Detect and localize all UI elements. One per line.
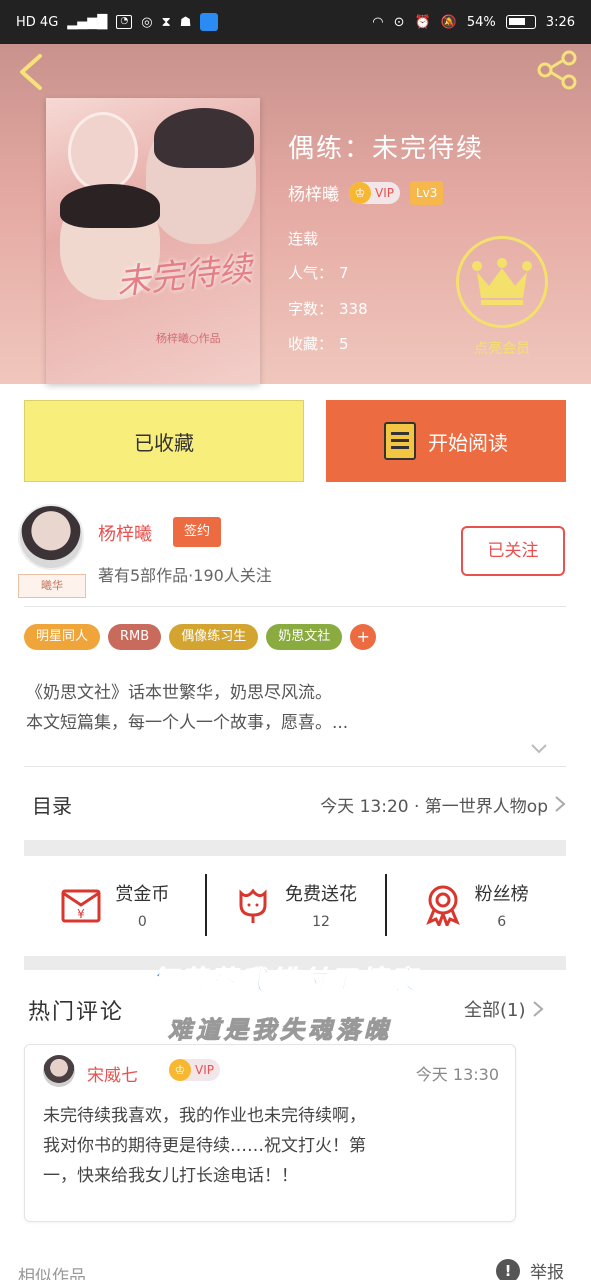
free-flowers[interactable]: 免费送花 12: [204, 872, 386, 938]
signal-icon: ▂▄▆█: [67, 14, 108, 30]
flower-icon: [239, 888, 267, 923]
divider: [24, 766, 566, 767]
clock: 3:26: [545, 14, 575, 30]
tag-item[interactable]: RMB: [108, 624, 162, 650]
battery-icon: [505, 15, 536, 29]
hourglass-icon: ⧗: [161, 14, 171, 30]
comment-text: 未完待续我喜欢，我的作业也未完待续啊， 我对你书的期待更是待续……祝文打火！第 …: [43, 1106, 366, 1186]
avatar-tag: 曦华: [18, 574, 86, 598]
commenter-name[interactable]: 宋威七: [87, 1061, 138, 1086]
follow-button[interactable]: 已关注: [461, 526, 565, 576]
description-line: 本文短篇集，每一个人一个故事，愿喜。...: [26, 713, 349, 733]
book-detail-page: HD 4G ▂▄▆█ ◔ ◎ ⧗ ☗ ◠ ⊙ ⏰ 🔕 54% 3:26 未完待续…: [0, 0, 591, 1280]
toc-label: 目录: [32, 793, 72, 818]
author-stats: 著有5部作品·190人关注: [98, 566, 272, 585]
share-icon[interactable]: [535, 50, 579, 90]
word-count: 字数： 338: [288, 300, 368, 318]
status-bar: HD 4G ▂▄▆█ ◔ ◎ ⧗ ☗ ◠ ⊙ ⏰ 🔕 54% 3:26: [0, 0, 591, 44]
member-crown-button[interactable]: [456, 236, 548, 328]
comment-time: 今天 13:30: [415, 1065, 499, 1084]
crown-icon: [472, 258, 532, 305]
alarm-icon: ⏰: [414, 14, 431, 30]
chevron-down-icon[interactable]: [530, 740, 548, 758]
tag-item[interactable]: 偶像练习生: [169, 624, 259, 650]
author-row: 杨梓曦 ♔ VIP Lv3: [288, 180, 444, 205]
speedometer-icon: ◎: [141, 14, 153, 30]
network-indicator: HD 4G: [16, 14, 59, 30]
book-status: 连载: [288, 230, 319, 248]
app-notification-icon: [200, 13, 219, 31]
tag-item[interactable]: 明星同人: [24, 624, 101, 650]
add-tag-button[interactable]: +: [350, 624, 377, 650]
commenter-avatar[interactable]: [43, 1055, 75, 1087]
book-title: 偶练：未完待续: [288, 134, 485, 164]
svg-text:¥: ¥: [78, 907, 86, 921]
similar-works-title: 相似作品: [18, 1267, 86, 1280]
data-saver-icon: ⊙: [393, 14, 405, 30]
red-envelope-icon: ¥: [61, 889, 101, 923]
warning-icon: !: [496, 1258, 520, 1280]
medal-icon: [425, 885, 460, 926]
report-button[interactable]: ! 举报: [496, 1258, 564, 1280]
author-avatar[interactable]: [18, 504, 84, 570]
book-description: 《奶思文社》话本世繁华，奶思尽风流。 本文短篇集，每一个人一个故事，愿喜。...: [26, 678, 546, 738]
battery-percent: 54%: [466, 14, 496, 30]
book-icon: [384, 422, 416, 460]
all-comments-link[interactable]: 全部(1): [464, 996, 544, 1022]
chevron-right-icon: [555, 796, 566, 812]
popularity: 人气： 7: [288, 264, 349, 282]
back-arrow-icon[interactable]: [14, 52, 50, 92]
mute-icon: 🔕: [440, 14, 457, 30]
chevron-right-icon: [532, 1001, 544, 1017]
author-card-name[interactable]: 杨梓曦: [98, 520, 152, 546]
favorites-count: 收藏： 5: [288, 335, 349, 353]
wechat-icon: ◔: [116, 15, 133, 29]
reward-coins[interactable]: ¥ 赏金币 0: [24, 872, 205, 938]
crown-icon: ♔: [169, 1059, 191, 1081]
cover-author: 杨梓曦○作品: [156, 332, 221, 345]
latest-chapter[interactable]: 今天 13:20 · 第一世界人物op: [320, 792, 548, 817]
divider: [24, 606, 566, 607]
tag-list: 明星同人 RMB 偶像练习生 奶思文社 +: [24, 624, 377, 650]
comment-card[interactable]: 宋威七 ♔ VIP 今天 13:30 未完待续我喜欢，我的作业也未完待续啊， 我…: [24, 1044, 516, 1222]
favorited-button[interactable]: 已收藏: [24, 400, 304, 482]
interaction-stats: ¥ 赏金币 0 免费送花 12 粉丝榜 6: [24, 872, 566, 938]
crown-icon: ♔: [349, 181, 371, 204]
headset-icon: ◠: [372, 14, 384, 30]
vip-badge: ♔ VIP: [349, 181, 400, 204]
tag-item[interactable]: 奶思文社: [266, 624, 343, 650]
level-badge: Lv3: [409, 180, 444, 205]
section-separator: [24, 840, 566, 856]
signed-badge: 签约: [173, 517, 221, 547]
book-cover[interactable]: 未完待续 杨梓曦○作品: [46, 98, 260, 384]
description-line: 《奶思文社》话本世繁华，奶思尽风流。: [26, 683, 332, 703]
member-label[interactable]: 点亮会员: [450, 338, 554, 358]
penguin-icon: ☗: [179, 14, 192, 30]
overlay-lyric: 难道是我失魂落魄: [168, 1016, 392, 1045]
vip-badge: ♔ VIP: [169, 1059, 220, 1081]
table-of-contents-row[interactable]: 目录 今天 13:20 · 第一世界人物op: [24, 768, 566, 840]
author-name[interactable]: 杨梓曦: [288, 180, 339, 205]
overlay-lyric: 何苦落我错付了情衷: [149, 966, 421, 997]
hot-comments-title: 热门评论: [28, 1000, 125, 1025]
start-reading-button[interactable]: 开始阅读: [326, 400, 566, 482]
fans-ranking[interactable]: 粉丝榜 6: [385, 872, 566, 938]
